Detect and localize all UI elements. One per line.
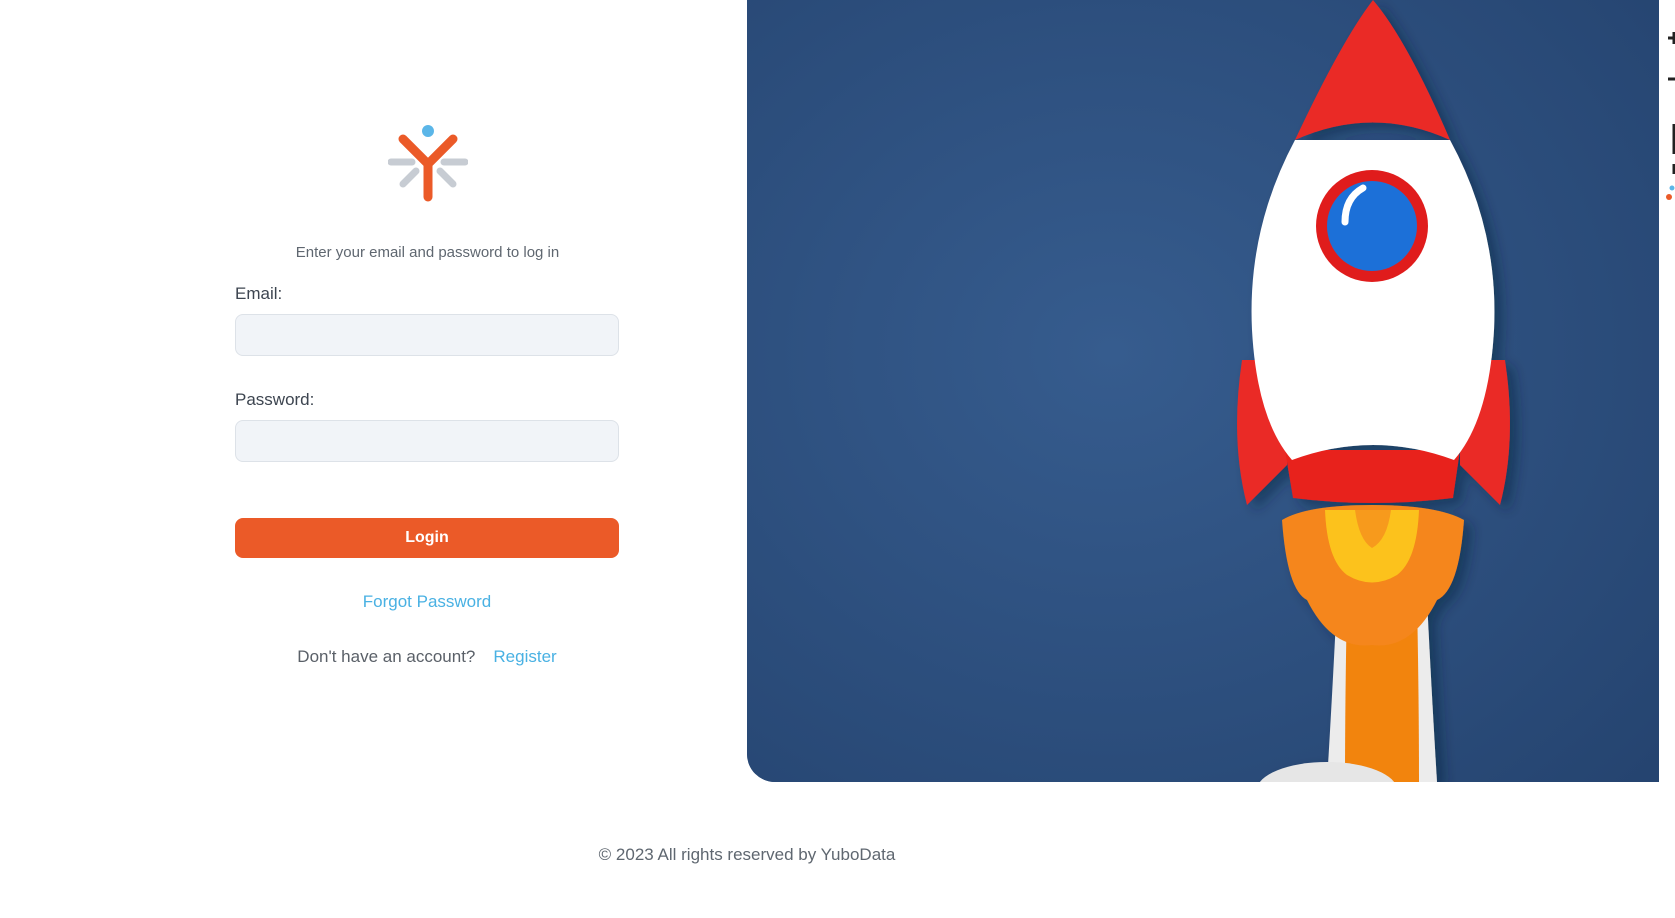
login-panel: Enter your email and password to log in … (0, 0, 700, 790)
no-account-text: Don't have an account? (297, 647, 476, 666)
rocket-image (747, 0, 1659, 782)
register-row: Don't have an account? Register (235, 647, 619, 667)
yubodata-logo-icon (388, 125, 468, 202)
password-input[interactable] (235, 420, 619, 462)
email-input[interactable] (235, 314, 619, 356)
password-label: Password: (235, 390, 315, 409)
yubodata-side-logo-icon (1666, 32, 1675, 200)
login-subtitle: Enter your email and password to log in (295, 244, 560, 261)
email-label: Email: (235, 284, 283, 303)
register-link[interactable]: Register (493, 647, 556, 666)
login-button[interactable]: Login (235, 518, 619, 558)
forgot-password-link[interactable]: Forgot Password (235, 592, 619, 612)
rocket-illustration (747, 0, 1659, 782)
copyright-footer: © 2023 All rights reserved by YuboData (598, 845, 896, 864)
